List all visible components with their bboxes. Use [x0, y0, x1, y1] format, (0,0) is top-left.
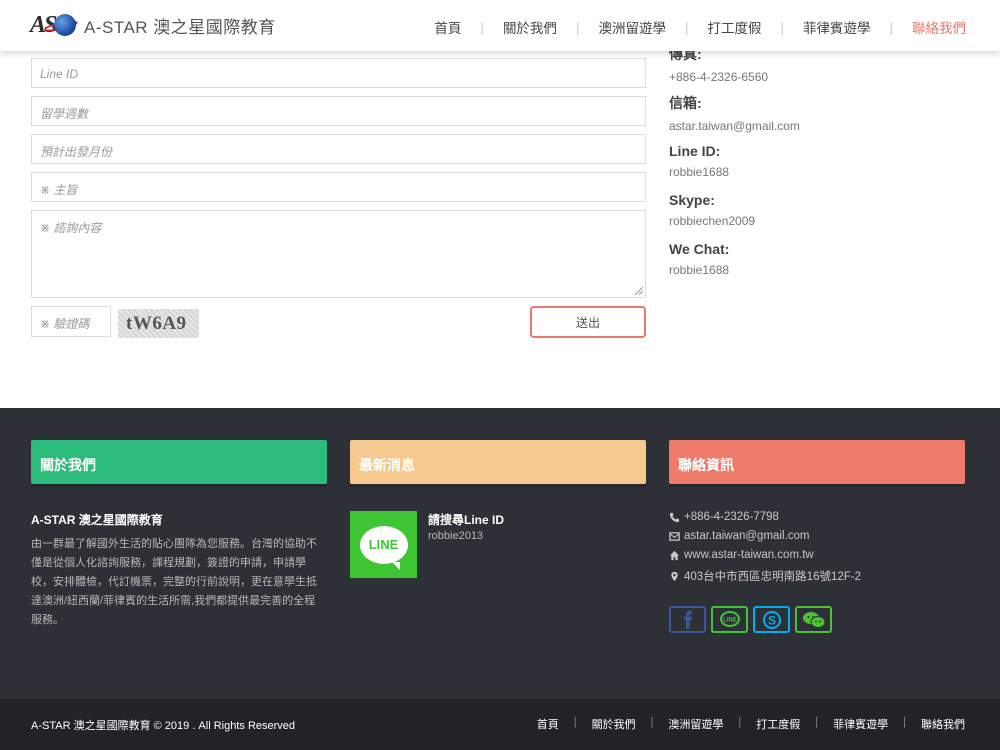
wechat-label: We Chat:	[669, 241, 730, 257]
wechat-button[interactable]	[795, 606, 832, 633]
skype-label: Skype:	[669, 192, 715, 208]
facebook-button[interactable]	[669, 606, 706, 633]
footer-news-heading: 最新消息	[350, 440, 646, 484]
line-icon: LINE	[719, 610, 740, 627]
brand-name: A-STAR 澳之星國際教育	[84, 17, 276, 37]
fax-value: +886-4-2326-6560	[669, 70, 769, 84]
news-title[interactable]: 請搜尋Line ID	[428, 511, 504, 528]
footer-website: www.astar-taiwan.com.tw	[669, 549, 814, 561]
nav-working-holiday[interactable]: 打工度假	[707, 17, 761, 37]
home-icon	[669, 550, 680, 560]
skype-button[interactable]: S	[753, 606, 790, 633]
about-text: 由一群最了解國外生活的貼心團隊為您服務。台灣的協助不僅是從個人化諮詢服務，課程規…	[31, 538, 317, 626]
line-logo-image[interactable]: LINE	[350, 511, 417, 578]
bottom-nav-australia-study[interactable]: 澳洲留遊學	[668, 716, 723, 732]
footer-about-heading: 關於我們	[31, 440, 327, 484]
bottom-nav: 首頁 | 關於我們 | 澳洲留遊學 | 打工度假 | 菲律賓遊學 | 聯絡我們	[536, 716, 965, 732]
bottom-nav-philippines-study[interactable]: 菲律賓遊學	[833, 716, 888, 732]
message-placeholder: ※ 諮詢內容	[40, 221, 102, 235]
nav-about[interactable]: 關於我們	[503, 17, 557, 37]
footer-contact-heading: 聯絡資訊	[669, 440, 965, 484]
map-marker-icon	[671, 571, 678, 581]
brand-logo[interactable]: AS A-STAR 澳之星國際教育	[30, 10, 276, 40]
svg-text:S: S	[767, 613, 775, 627]
nav-australia-study[interactable]: 澳洲留遊學	[598, 17, 666, 37]
bottom-nav-contact[interactable]: 聯絡我們	[921, 716, 965, 732]
line-label: Line ID:	[669, 143, 721, 159]
phone-icon	[669, 512, 680, 522]
line-logo-bubble: LINE	[359, 525, 408, 570]
logo-icon: AS	[30, 10, 79, 40]
bottom-nav-working-holiday[interactable]: 打工度假	[756, 716, 800, 732]
copyright-text: A-STAR 澳之星國際教育 © 2019 . All Rights Reser…	[31, 720, 296, 732]
skype-icon: S	[762, 610, 781, 629]
footer-address: 403台中市西區忠明南路16號12F-2	[669, 568, 861, 584]
nav-contact[interactable]: 聯絡我們	[912, 17, 966, 37]
email-block: 信箱: astar.taiwan@gmail.com	[669, 93, 800, 133]
facebook-icon	[683, 610, 692, 629]
subject-input[interactable]: ※ 主旨	[31, 172, 646, 202]
skype-value: robbiechen2009	[669, 214, 756, 228]
wechat-block: We Chat: robbie1688	[669, 241, 729, 277]
email-label: 信箱:	[669, 95, 702, 111]
line-button[interactable]: LINE	[711, 606, 748, 633]
footer-email: astar.taiwan@gmail.com	[669, 530, 809, 542]
news-sub: robbie2013	[428, 530, 484, 542]
main-nav: 首頁 | 關於我們 | 澳洲留遊學 | 打工度假 | 菲律賓遊學 | 聯絡我們	[434, 17, 966, 37]
footer-phone: +886-4-2326-7798	[669, 511, 779, 523]
nav-home[interactable]: 首頁	[434, 17, 461, 37]
study-weeks-input[interactable]: 留學週數	[31, 96, 646, 126]
wechat-value: robbie1688	[669, 263, 730, 277]
message-textarea[interactable]: ※ 諮詢內容	[31, 210, 646, 298]
skype-block: Skype: robbiechen2009	[669, 192, 755, 228]
website-text[interactable]: www.astar-taiwan.com.tw	[684, 549, 814, 561]
captcha-image: tW6A9	[118, 309, 199, 338]
about-title: A-STAR 澳之星國際教育	[31, 513, 163, 527]
envelope-icon	[669, 531, 680, 541]
nav-philippines-study[interactable]: 菲律賓遊學	[803, 17, 871, 37]
bottom-nav-about[interactable]: 關於我們	[592, 716, 636, 732]
line-value: robbie1688	[669, 165, 730, 179]
wechat-icon	[802, 611, 825, 628]
site-header: AS A-STAR 澳之星國際教育 首頁 | 關於我們 | 澳洲留遊學 | 打工…	[0, 0, 1000, 51]
submit-button[interactable]: 送出	[530, 306, 646, 338]
captcha-input[interactable]: ※ 驗證碼	[31, 306, 111, 337]
resize-handle-icon[interactable]	[635, 287, 643, 295]
phone-text: +886-4-2326-7798	[684, 511, 779, 523]
email-value[interactable]: astar.taiwan@gmail.com	[669, 119, 800, 133]
depart-month-input[interactable]: 預計出發月份	[31, 134, 646, 164]
email-text[interactable]: astar.taiwan@gmail.com	[684, 530, 809, 542]
bottom-nav-home[interactable]: 首頁	[537, 716, 559, 732]
address-text: 403台中市西區忠明南路16號12F-2	[684, 571, 862, 583]
line-block: Line ID: robbie1688	[669, 143, 729, 179]
line-id-input[interactable]: Line ID	[31, 58, 646, 88]
svg-text:LINE: LINE	[723, 617, 737, 623]
